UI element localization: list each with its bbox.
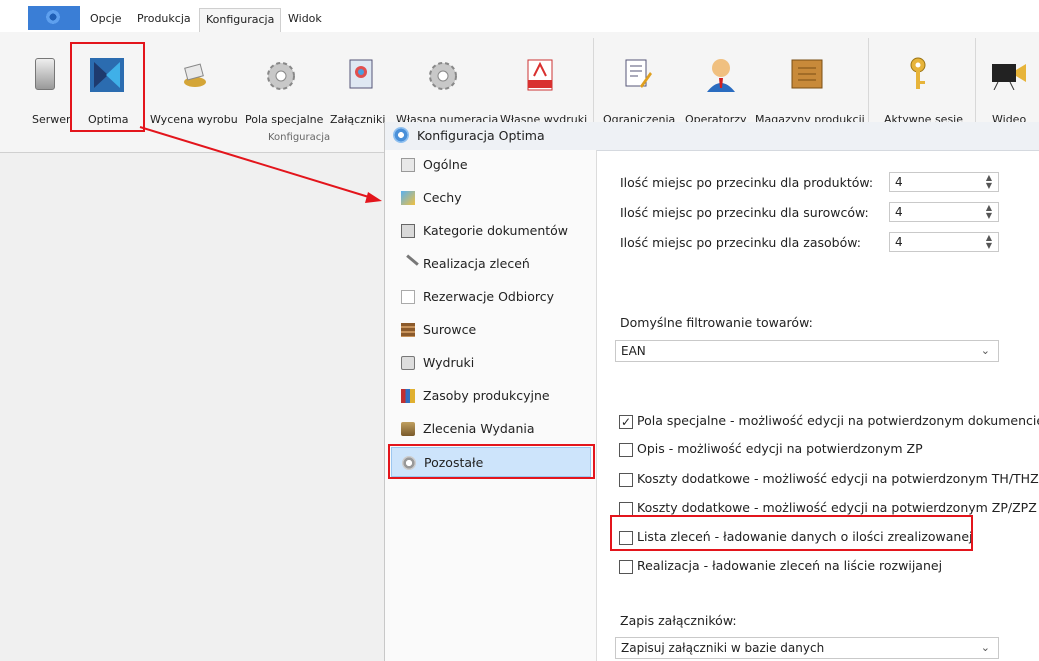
annotation-arrow <box>139 126 382 203</box>
